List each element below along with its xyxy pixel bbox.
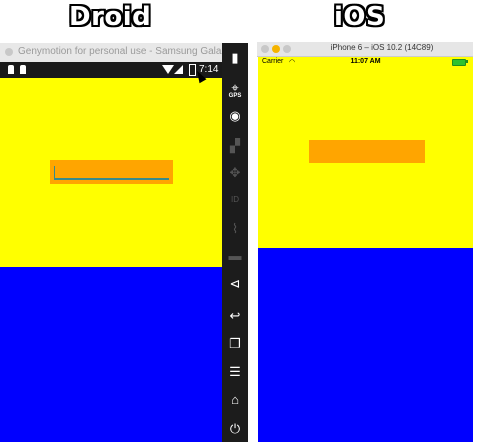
battery-button[interactable]: ▮ bbox=[222, 47, 248, 75]
battery-icon: ▮ bbox=[231, 50, 239, 65]
android-status-bar: 7:14 bbox=[0, 62, 222, 78]
notification-icon bbox=[20, 65, 26, 74]
ios-simulator-titlebar[interactable]: iPhone 6 – iOS 10.2 (14C89) bbox=[257, 42, 473, 57]
share-icon: ⊲ bbox=[229, 276, 241, 291]
battery-icon bbox=[452, 59, 466, 66]
wifi-icon bbox=[162, 65, 174, 74]
minimize-window-icon[interactable] bbox=[272, 45, 280, 53]
entry-field[interactable] bbox=[50, 160, 173, 184]
signal-icon bbox=[174, 65, 183, 74]
dpad-button[interactable]: ✥ bbox=[222, 162, 248, 190]
genymotion-titlebar[interactable]: Genymotion for personal use - Samsung Ga… bbox=[0, 43, 248, 63]
dpad-icon: ✥ bbox=[229, 165, 241, 180]
ios-status-bar: Carrier ◠ 11:07 AM bbox=[258, 57, 473, 68]
rss-icon: ⌇ bbox=[231, 221, 239, 236]
recent-apps-button[interactable]: ❐ bbox=[222, 333, 248, 361]
battery-tip bbox=[466, 60, 468, 63]
back-icon: ↩ bbox=[229, 308, 241, 323]
genymotion-sidebar: ▮ ⌖ GPS ◉ ▞ ✥ ID ⌇ ▬ ⊲ ↩ ❐ ☰ ⌂ ⏻ bbox=[222, 43, 248, 442]
webcam-button[interactable]: ◉ bbox=[222, 105, 248, 133]
sms-button[interactable]: ▬ bbox=[222, 245, 248, 273]
ios-heading: iOS bbox=[334, 2, 386, 32]
notification-icon bbox=[8, 65, 14, 74]
entry-underline bbox=[54, 178, 169, 180]
home-button[interactable]: ⌂ bbox=[222, 389, 248, 417]
gps-label: GPS bbox=[228, 93, 242, 99]
back-button[interactable]: ↩ bbox=[222, 305, 248, 333]
id-button[interactable]: ID bbox=[222, 189, 248, 217]
entry-field[interactable] bbox=[309, 140, 425, 163]
sms-icon: ▬ bbox=[228, 248, 242, 263]
bottom-blue-panel bbox=[0, 267, 222, 442]
ios-status-time: 11:07 AM bbox=[350, 58, 381, 65]
menu-icon: ☰ bbox=[229, 364, 241, 379]
recent-apps-icon: ❐ bbox=[229, 336, 241, 351]
home-icon: ⌂ bbox=[231, 392, 239, 407]
webcam-icon: ◉ bbox=[229, 108, 241, 123]
droid-heading: Droid bbox=[69, 2, 152, 32]
power-icon: ⏻ bbox=[229, 421, 241, 436]
maximize-window-icon[interactable] bbox=[283, 45, 291, 53]
ios-simulator-window: iPhone 6 – iOS 10.2 (14C89) Carrier ◠ 11… bbox=[257, 42, 473, 442]
gps-button[interactable]: ⌖ GPS bbox=[222, 77, 248, 105]
clapperboard-button[interactable]: ▞ bbox=[222, 135, 248, 163]
rss-button[interactable]: ⌇ bbox=[222, 218, 248, 246]
clapperboard-icon: ▞ bbox=[230, 138, 240, 153]
bottom-blue-panel bbox=[258, 248, 473, 442]
android-app-content bbox=[0, 78, 222, 442]
share-button[interactable]: ⊲ bbox=[222, 273, 248, 301]
genymotion-window-title: Genymotion for personal use - Samsung Ga… bbox=[18, 46, 248, 57]
ios-window-title: iPhone 6 – iOS 10.2 (14C89) bbox=[330, 43, 434, 52]
window-close-icon[interactable] bbox=[5, 48, 13, 56]
close-window-icon[interactable] bbox=[261, 45, 269, 53]
menu-button[interactable]: ☰ bbox=[222, 361, 248, 389]
id-icon: ID bbox=[231, 195, 239, 204]
